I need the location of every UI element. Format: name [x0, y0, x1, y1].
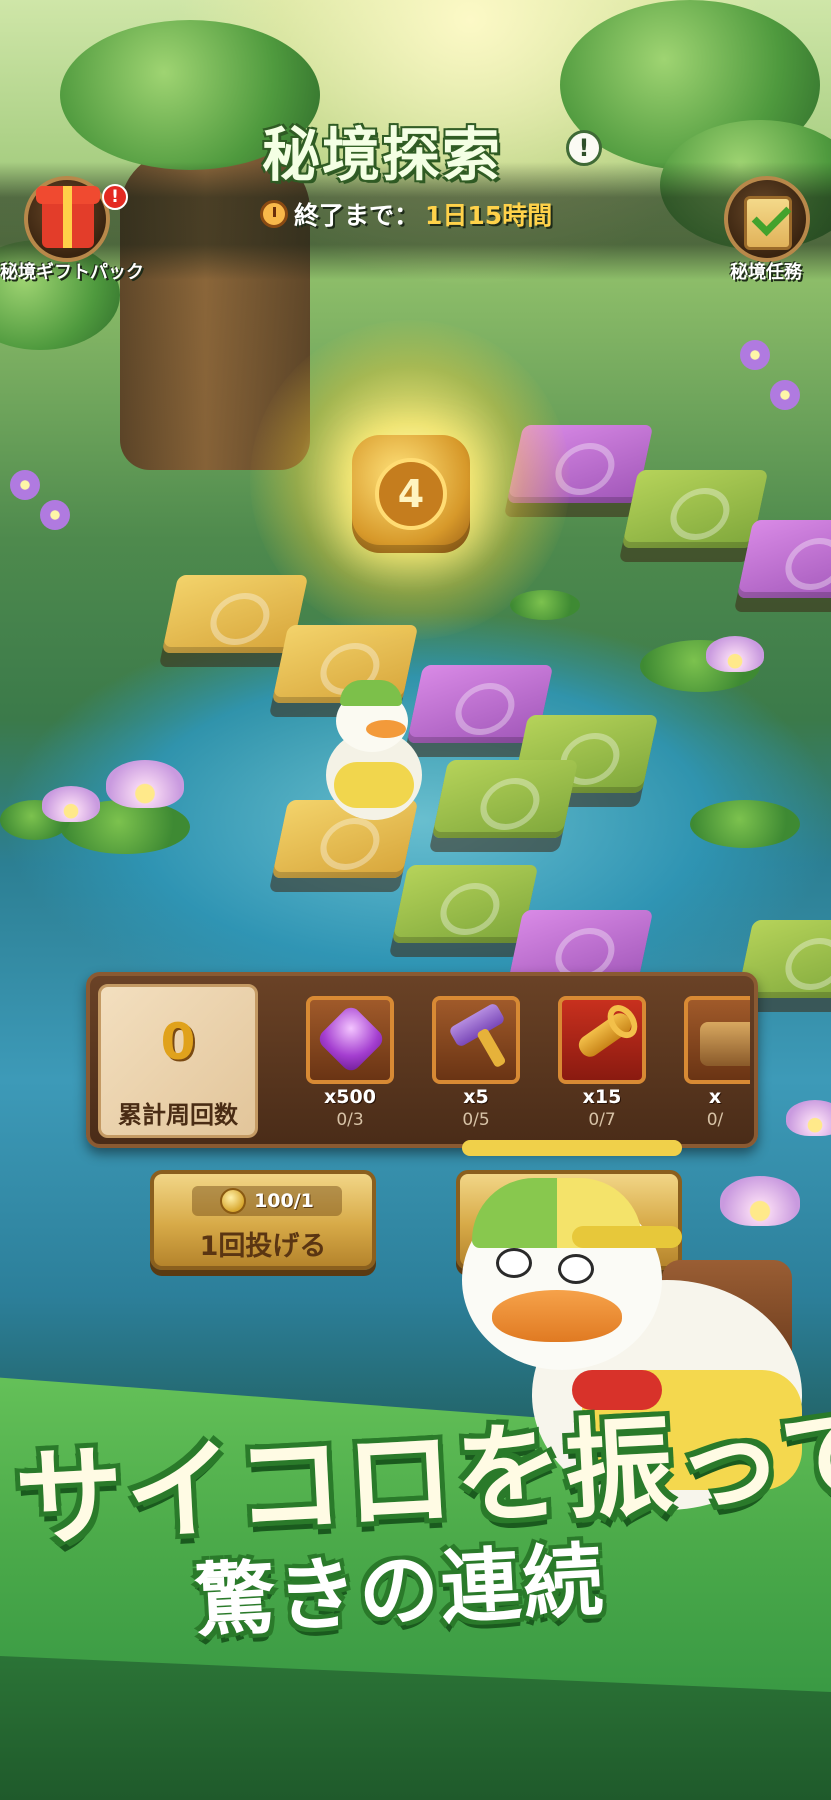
lotus-flower: [42, 786, 100, 822]
reward-amount: x: [708, 1086, 722, 1108]
event-title: 秘境探索: [262, 121, 503, 189]
timer-label: 終了まで：: [294, 201, 420, 230]
hammer-icon: [448, 1001, 506, 1049]
player-duck-token: [318, 680, 428, 830]
reward-item[interactable]: x5 0/5: [428, 996, 524, 1130]
reward-item[interactable]: x500 0/3: [302, 996, 398, 1130]
throw-once-label: 1回投げる: [199, 1231, 327, 1262]
board-tile-green: [621, 470, 769, 548]
board-tile-green: [431, 760, 579, 838]
reward-frame: [306, 996, 394, 1084]
reward-amount: x500: [324, 1086, 376, 1108]
throw-cost-value: 100/1: [254, 1190, 314, 1212]
event-timer: 終了まで： 1日15時間: [260, 196, 552, 232]
timer-value: 1日15時間: [425, 201, 553, 230]
reward-item[interactable]: x15 0/7: [554, 996, 650, 1130]
lotus-flower: [106, 760, 184, 808]
flower-decoration: [770, 380, 800, 410]
missions-button[interactable]: 秘境任務: [706, 176, 826, 288]
reward-frame: [558, 996, 646, 1084]
reward-frame: [684, 996, 750, 1084]
total-laps-label: 累計周回数: [118, 1101, 238, 1129]
board-tile-purple: [736, 520, 831, 598]
lap-rewards-panel: 0 累計周回数 x500 0/3 x5 0/5 x15 0/7 x 0/: [86, 972, 758, 1148]
reward-progress: 0/7: [588, 1110, 616, 1130]
gift-box-icon: [36, 186, 100, 248]
lily-pad: [690, 800, 800, 848]
reward-item[interactable]: x 0/: [680, 996, 750, 1130]
clock-icon: [260, 200, 288, 228]
flower-decoration: [40, 500, 70, 530]
alert-badge: !: [102, 184, 128, 210]
board-tile-green: [391, 865, 539, 943]
flower-decoration: [740, 340, 770, 370]
total-laps-count: 0: [160, 1013, 196, 1071]
gift-pack-button[interactable]: ! 秘境ギフトパック: [0, 176, 144, 288]
purple-gem-icon: [315, 1003, 387, 1075]
reward-amount: x5: [463, 1086, 489, 1108]
coin-icon: [220, 1188, 247, 1214]
reward-amount: x15: [582, 1086, 622, 1108]
missions-label: 秘境任務: [730, 262, 802, 283]
flower-decoration: [10, 470, 40, 500]
treasure-chest-icon: [700, 1022, 750, 1066]
throw-once-button[interactable]: 100/1 1回投げる: [150, 1170, 376, 1270]
total-laps-box: 0 累計周回数: [98, 984, 258, 1138]
reward-progress: 0/3: [336, 1110, 364, 1130]
reward-progress: 0/5: [462, 1110, 490, 1130]
gift-pack-label: 秘境ギフトパック: [0, 262, 144, 283]
reward-progress: 0/: [706, 1110, 724, 1130]
dice-face-value: 4: [375, 458, 447, 530]
golden-key-icon: [574, 1009, 636, 1061]
lotus-flower: [706, 636, 764, 672]
dice[interactable]: 4: [352, 435, 470, 553]
reward-frame: [432, 996, 520, 1084]
throw-cost: 100/1: [192, 1186, 342, 1216]
info-icon[interactable]: !: [566, 130, 602, 166]
